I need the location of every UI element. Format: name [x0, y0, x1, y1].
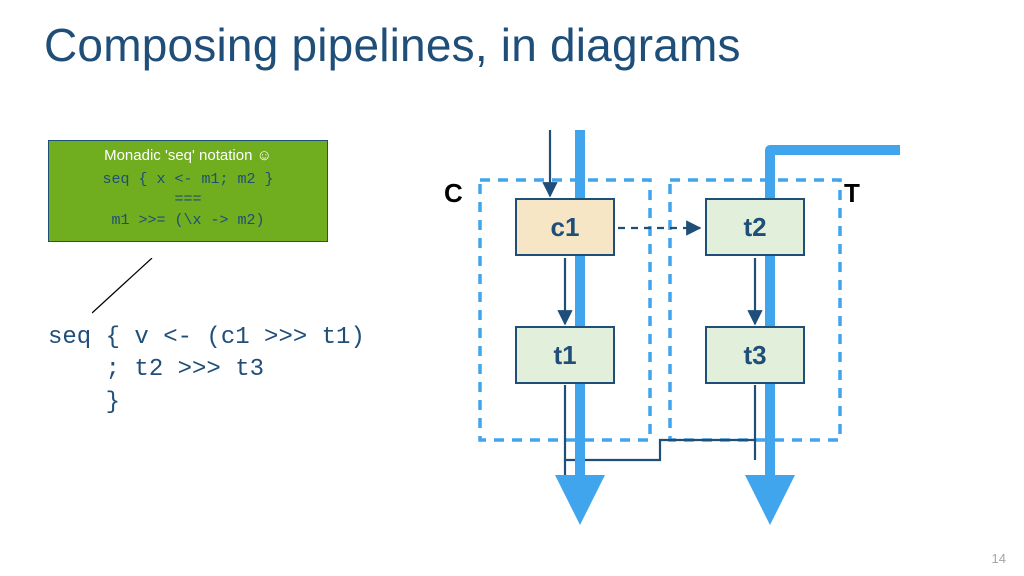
callout-title: Monadic 'seq' notation ☺: [57, 147, 319, 164]
thin-output-wires: [565, 385, 755, 460]
callout-code-line1: seq { x <- m1; m2 }: [57, 170, 319, 190]
node-t2: t2: [705, 198, 805, 256]
node-c1-label: c1: [551, 212, 580, 243]
group-label-c: C: [444, 178, 463, 209]
page-number: 14: [992, 551, 1006, 566]
callout-leader-line: [92, 258, 172, 318]
node-t3: t3: [705, 326, 805, 384]
node-t1-label: t1: [553, 340, 576, 371]
node-t2-label: t2: [743, 212, 766, 243]
callout-box: Monadic 'seq' notation ☺ seq { x <- m1; …: [48, 140, 328, 242]
pipeline-diagram: C T c1 t1: [470, 130, 990, 530]
node-t3-label: t3: [743, 340, 766, 371]
node-t1: t1: [515, 326, 615, 384]
callout-code-line3: m1 >>= (\x -> m2): [57, 211, 319, 231]
node-c1: c1: [515, 198, 615, 256]
main-code-block: seq { v <- (c1 >>> t1) ; t2 >>> t3 }: [48, 322, 365, 419]
callout-code-line2: ===: [57, 190, 319, 210]
slide-title: Composing pipelines, in diagrams: [44, 18, 741, 72]
